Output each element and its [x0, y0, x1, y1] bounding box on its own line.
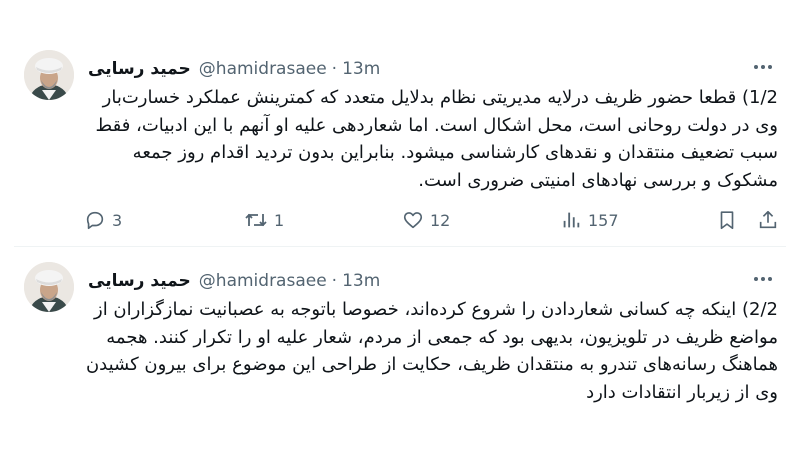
author-handle[interactable]: @hamidrasaee	[199, 271, 327, 291]
tweet-text: 2/2) اینکه چه کسانی شعاردادن را شروع کرد…	[85, 299, 778, 403]
reply-count: 3	[112, 210, 123, 230]
tweet-header: حمید رسایی @hamidrasaee · 13m	[88, 268, 380, 294]
tweet-header: حمید رسایی @hamidrasaee · 13m	[88, 56, 380, 82]
repost-count: 1	[274, 210, 285, 230]
avatar-image	[24, 50, 74, 100]
tweet-thread: حمید رسایی @hamidrasaee · 13m 1/2) قطعا …	[0, 0, 800, 450]
analytics-icon	[563, 212, 580, 228]
more-options-button[interactable]	[750, 54, 776, 80]
heart-icon	[403, 212, 423, 229]
share-button[interactable]	[757, 207, 779, 233]
more-horizontal-icon	[754, 65, 772, 69]
tweet-divider	[14, 246, 786, 247]
view-count: 157	[588, 210, 619, 230]
author-name[interactable]: حمید رسایی	[88, 271, 191, 291]
like-count: 12	[430, 210, 451, 230]
more-options-button[interactable]	[750, 266, 776, 292]
author-name[interactable]: حمید رسایی	[88, 59, 191, 79]
bookmark-icon	[720, 211, 734, 230]
tweet-time[interactable]: 13m	[342, 59, 380, 79]
separator-dot: ·	[331, 271, 338, 291]
share-icon	[759, 210, 777, 229]
avatar[interactable]	[24, 50, 74, 100]
repost-button[interactable]: 1	[244, 207, 284, 233]
views-button[interactable]: 157	[560, 207, 619, 233]
author-handle[interactable]: @hamidrasaee	[199, 59, 327, 79]
like-button[interactable]: 12	[402, 207, 450, 233]
tweet-actions: 3 1 12 157	[84, 207, 784, 233]
reply-icon	[86, 211, 104, 230]
tweet-time[interactable]: 13m	[342, 271, 380, 291]
avatar[interactable]	[24, 262, 74, 312]
repost-icon	[245, 213, 267, 227]
avatar-image	[24, 262, 74, 312]
separator-dot: ·	[331, 59, 338, 79]
more-horizontal-icon	[754, 277, 772, 281]
reply-button[interactable]: 3	[84, 207, 122, 233]
bookmark-button[interactable]	[716, 207, 738, 233]
tweet-text: 1/2) قطعا حضور ظریف درلایه مدیریتی نظام …	[95, 87, 778, 191]
